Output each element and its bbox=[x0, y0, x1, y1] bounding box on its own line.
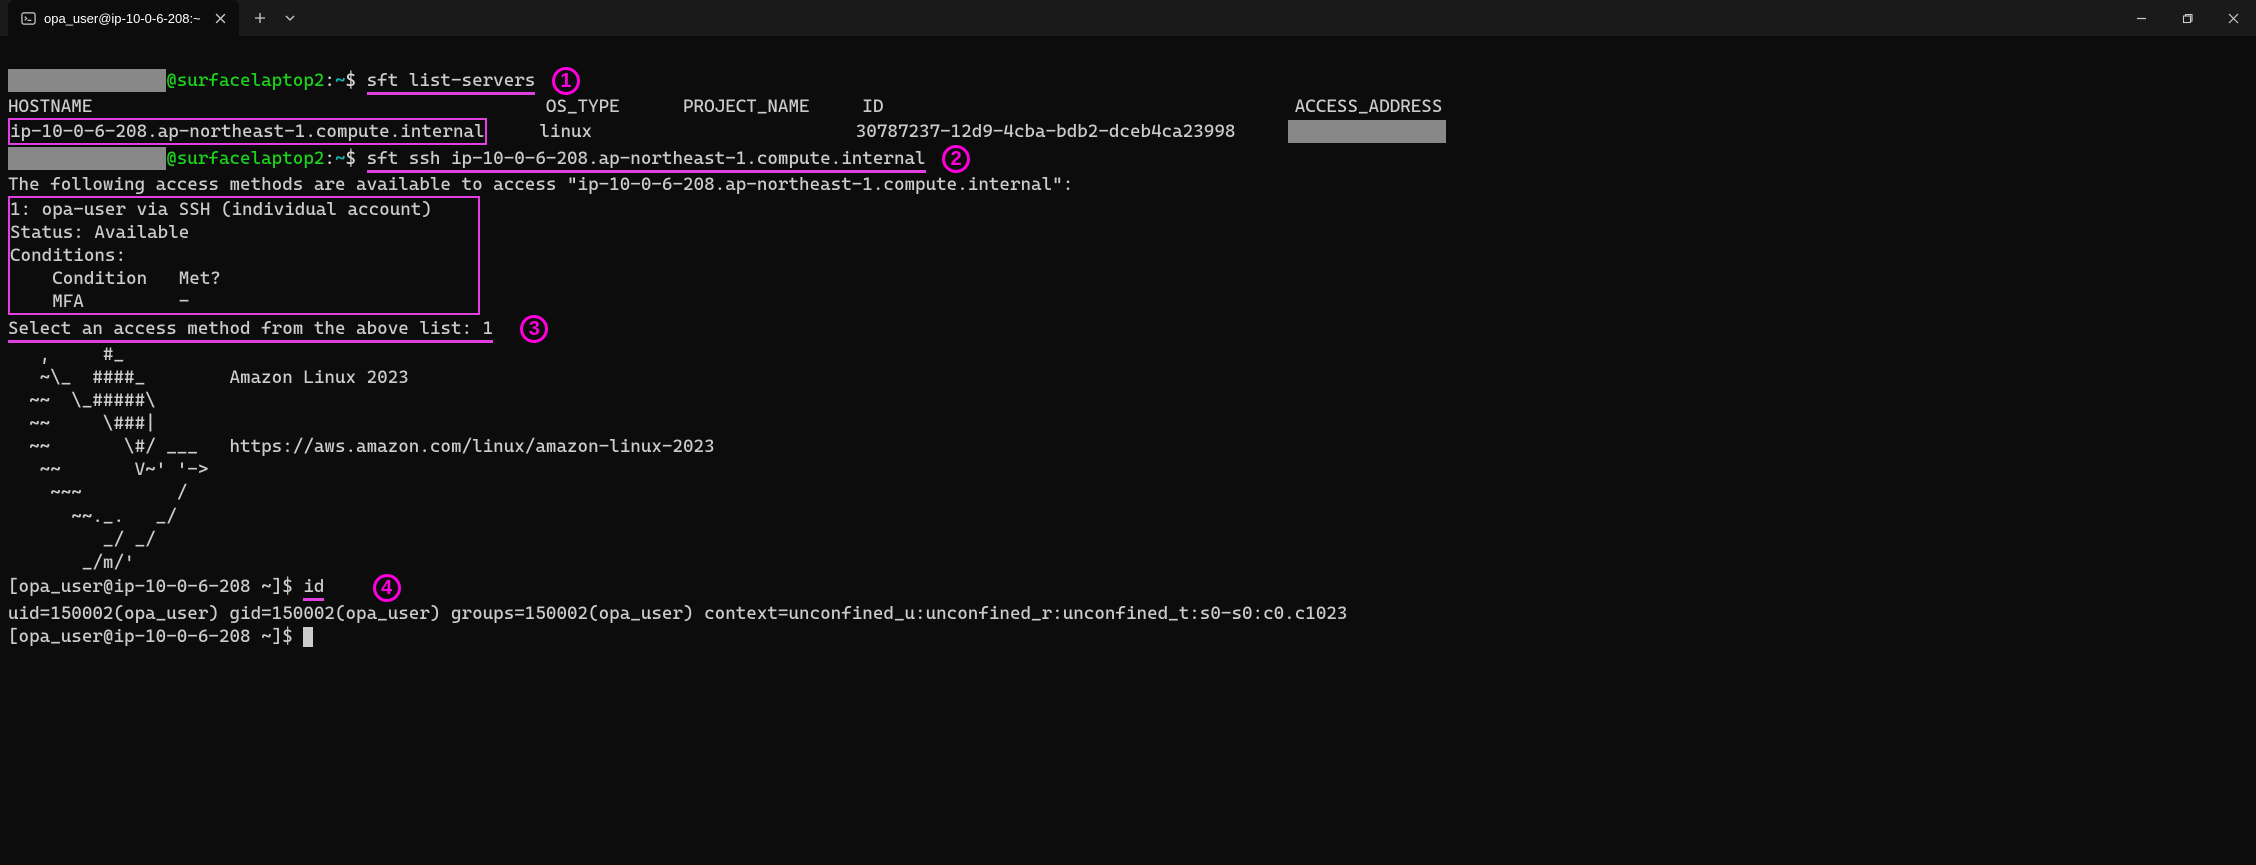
banner-line: ~~~ / bbox=[8, 482, 187, 503]
command-1: sft list-servers bbox=[367, 69, 536, 95]
method-line: 1: opa-user via SSH (individual account) bbox=[10, 199, 432, 220]
col-hostname: HOSTNAME bbox=[8, 96, 92, 117]
prompt-symbol: $ bbox=[346, 70, 357, 91]
prompt-symbol: $ bbox=[346, 148, 357, 169]
banner-line: ~~ \#/ ___ https://aws.amazon.com/linux/… bbox=[8, 436, 715, 457]
banner-line: ~\_ ####_ Amazon Linux 2023 bbox=[8, 367, 409, 388]
command-3: id bbox=[303, 575, 324, 601]
tab-dropdown-button[interactable] bbox=[275, 3, 305, 33]
prompt-sep: : bbox=[324, 148, 335, 169]
remote-prompt: [opa_user@ip-10-0-6-208 ~]$ bbox=[8, 576, 303, 597]
minimize-button[interactable] bbox=[2118, 0, 2164, 36]
banner-line: ~~._. _/ bbox=[8, 506, 177, 527]
terminal-line: xxxxxxxxxxxxxxx@surfacelaptop2:~$ sft ss… bbox=[8, 148, 970, 169]
annotation-1: 1 bbox=[552, 67, 580, 95]
command-2: sft ssh ip-10-0-6-208.ap-northeast-1.com… bbox=[367, 147, 926, 173]
col-id: ID bbox=[862, 96, 883, 117]
col-project: PROJECT_NAME bbox=[683, 96, 810, 117]
active-tab[interactable]: opa_user@ip-10-0-6-208:~ bbox=[8, 0, 239, 36]
redacted-text: xxxxxxxxxxxxxxx bbox=[8, 147, 166, 170]
terminal-line: The following access methods are availab… bbox=[8, 174, 1073, 195]
method-line: Condition Met? bbox=[10, 268, 221, 289]
terminal-line: ip-10-0-6-208.ap-northeast-1.compute.int… bbox=[8, 121, 1446, 142]
banner-line: ~~ V~' '-> bbox=[8, 459, 208, 480]
banner-line: ~~ \_#####\ bbox=[8, 390, 156, 411]
banner-line: _/ _/ bbox=[8, 529, 156, 550]
select-value: 1 bbox=[483, 318, 494, 339]
terminal-line: [opa_user@ip-10-0-6-208 ~]$ id 4 bbox=[8, 576, 401, 597]
annotation-2: 2 bbox=[942, 145, 970, 173]
tab-title: opa_user@ip-10-0-6-208:~ bbox=[44, 11, 201, 26]
select-prompt: Select an access method from the above l… bbox=[8, 318, 483, 339]
prompt-path: ~ bbox=[335, 70, 346, 91]
tab-close-button[interactable] bbox=[213, 10, 229, 26]
prompt-path: ~ bbox=[335, 148, 346, 169]
terminal-line: Select an access method from the above l… bbox=[8, 318, 548, 339]
terminal-line: [opa_user@ip-10-0-6-208 ~]$ bbox=[8, 626, 313, 647]
prompt-host: @surfacelaptop2 bbox=[166, 70, 324, 91]
cursor bbox=[303, 627, 313, 647]
terminal-line: xxxxxxxxxxxxxxx@surfacelaptop2:~$ sft li… bbox=[8, 70, 580, 91]
annotation-3: 3 bbox=[520, 315, 548, 343]
window-controls bbox=[2118, 0, 2256, 36]
remote-prompt: [opa_user@ip-10-0-6-208 ~]$ bbox=[8, 626, 303, 647]
new-tab-button[interactable] bbox=[245, 3, 275, 33]
terminal-line: HOSTNAME OS_TYPE PROJECT_NAME ID ACCESS_… bbox=[8, 96, 1442, 117]
col-access: ACCESS_ADDRESS bbox=[1295, 96, 1443, 117]
id-output: uid=150002(opa_user) gid=150002(opa_user… bbox=[8, 603, 1347, 624]
prompt-sep: : bbox=[324, 70, 335, 91]
titlebar: opa_user@ip-10-0-6-208:~ bbox=[0, 0, 2256, 36]
banner-line: _/m/' bbox=[8, 552, 135, 573]
id-value: 30787237-12d9-4cba-bdb2-dceb4ca23998 bbox=[856, 121, 1236, 142]
terminal-output[interactable]: xxxxxxxxxxxxxxx@surfacelaptop2:~$ sft li… bbox=[0, 36, 2256, 656]
banner-line: ~~ \###| bbox=[8, 413, 156, 434]
annotation-4: 4 bbox=[373, 574, 401, 602]
col-ostype: OS_TYPE bbox=[546, 96, 620, 117]
ostype-value: linux bbox=[539, 121, 592, 142]
maximize-button[interactable] bbox=[2164, 0, 2210, 36]
access-method-box: 1: opa-user via SSH (individual account)… bbox=[8, 291, 480, 312]
method-line: Conditions: bbox=[10, 245, 126, 266]
method-line: MFA - bbox=[10, 291, 189, 312]
ssh-intro: The following access methods are availab… bbox=[8, 174, 1073, 195]
method-line: Status: Available bbox=[10, 222, 189, 243]
terminal-icon bbox=[20, 10, 36, 26]
prompt-host: @surfacelaptop2 bbox=[166, 148, 324, 169]
redacted-text: xxxxxxxxxxxxxxx bbox=[8, 69, 166, 92]
terminal-line: uid=150002(opa_user) gid=150002(opa_user… bbox=[8, 603, 1347, 624]
hostname-value: ip-10-0-6-208.ap-northeast-1.compute.int… bbox=[8, 118, 487, 145]
redacted-text: xxxxxxxxxxxxxxx bbox=[1288, 120, 1446, 143]
banner-line: , #_ bbox=[8, 344, 124, 365]
close-button[interactable] bbox=[2210, 0, 2256, 36]
